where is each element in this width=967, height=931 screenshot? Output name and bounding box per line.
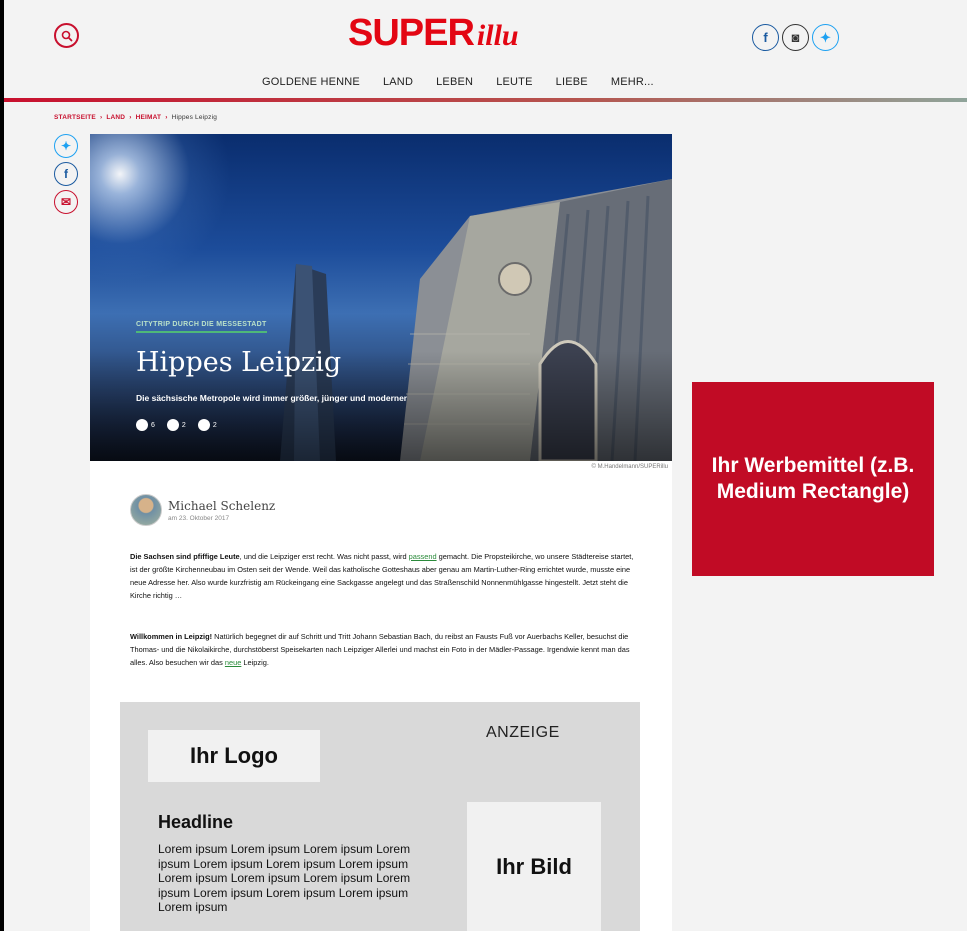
ad-headline[interactable]: Headline <box>158 812 233 833</box>
reaction-neutral[interactable]: 2 <box>166 419 186 431</box>
main-nav: GOLDENE HENNE LAND LEBEN LEUTE LIEBE MEH… <box>262 76 654 88</box>
search-button[interactable] <box>54 23 79 48</box>
banner-text: Ihr Werbemittel (z.B. Medium Rectangle) <box>711 454 915 503</box>
nav-item-goldene-henne[interactable]: GOLDENE HENNE <box>262 76 360 88</box>
nav-item-leute[interactable]: LEUTE <box>496 76 532 88</box>
breadcrumb-land[interactable]: LAND <box>106 114 125 121</box>
reaction-count: 6 <box>151 421 155 429</box>
site-logo[interactable]: SUPER illu <box>348 12 519 56</box>
logo-illu: illu <box>476 19 519 52</box>
facebook-icon[interactable]: f <box>752 24 779 51</box>
reaction-count: 2 <box>181 421 186 429</box>
nav-item-liebe[interactable]: LIEBE <box>556 76 588 88</box>
link-passend[interactable]: passend <box>409 552 437 561</box>
nav-item-leben[interactable]: LEBEN <box>436 76 473 88</box>
article-paragraph-1: Die Sachsen sind pfiffige Leute, und die… <box>130 550 640 602</box>
search-icon <box>61 30 72 41</box>
share-facebook-icon[interactable]: f <box>54 162 78 186</box>
ad-label: ANZEIGE <box>486 724 560 741</box>
share-mail-icon[interactable]: ✉ <box>54 190 78 214</box>
native-ad[interactable]: ANZEIGE Ihr Logo Headline Lorem ipsum Lo… <box>120 702 640 931</box>
sad-face-icon <box>197 419 210 431</box>
nav-item-mehr[interactable]: MEHR... <box>611 76 654 88</box>
article-paragraph-2: Willkommen in Leipzig! Natürlich begegne… <box>130 630 640 669</box>
medium-rectangle-ad[interactable]: Ihr Werbemittel (z.B. Medium Rectangle) <box>692 382 934 576</box>
reaction-count: 2 <box>212 421 217 429</box>
paragraph-text: , und die Leipziger erst recht. Was nich… <box>239 552 409 561</box>
header-divider <box>4 98 967 102</box>
reaction-happy[interactable]: 6 <box>136 419 155 431</box>
share-bar: ✦ f ✉ <box>54 134 78 214</box>
site-header: SUPER illu f ◙ ✦ GOLDENE HENNE LAND LEBE… <box>4 0 967 102</box>
paragraph-text: Leipzig. <box>241 658 269 667</box>
link-neue[interactable]: neue <box>225 658 241 667</box>
breadcrumb-separator: › <box>99 114 103 121</box>
article-title: Hippes Leipzig <box>136 347 342 378</box>
breadcrumb: STARTSEITE › LAND › HEIMAT › Hippes Leip… <box>54 114 217 121</box>
twitter-icon[interactable]: ✦ <box>812 24 839 51</box>
ad-image[interactable]: Ihr Bild <box>467 802 601 931</box>
ad-logo[interactable]: Ihr Logo <box>148 730 320 782</box>
breadcrumb-current: Hippes Leipzig <box>171 114 218 121</box>
instagram-icon[interactable]: ◙ <box>782 24 809 51</box>
breadcrumb-heimat[interactable]: HEIMAT <box>136 114 162 121</box>
header-social-links: f ◙ ✦ <box>752 24 839 51</box>
logo-super: SUPER <box>348 12 475 54</box>
lead-bold: Willkommen in Leipzig! <box>130 632 213 641</box>
breadcrumb-separator: › <box>129 114 132 121</box>
publish-date: am 23. Oktober 2017 <box>168 514 230 522</box>
photo-credit: © M.Handelmann/SUPERillu <box>591 464 668 470</box>
neutral-face-icon <box>166 419 179 431</box>
reactions: 6 2 2 <box>136 419 217 431</box>
lead-bold: Die Sachsen sind pfiffige Leute <box>130 552 240 561</box>
ad-body-text: Lorem ipsum Lorem ipsum Lorem ipsum Lore… <box>158 842 411 914</box>
author-name[interactable]: Michael Schelenz <box>168 499 275 513</box>
article-subtitle: Die sächsische Metropole wird immer größ… <box>136 393 408 403</box>
share-twitter-icon[interactable]: ✦ <box>54 134 78 158</box>
author-block: Michael Schelenz am 23. Oktober 2017 <box>130 494 275 526</box>
happy-face-icon <box>136 419 148 431</box>
hero-image: CITYTRIP DURCH DIE MESSESTADT Hippes Lei… <box>90 134 672 461</box>
hero-kicker: CITYTRIP DURCH DIE MESSESTADT <box>136 321 267 333</box>
breadcrumb-separator: › <box>165 114 168 121</box>
page-frame: SUPER illu f ◙ ✦ GOLDENE HENNE LAND LEBE… <box>4 0 967 931</box>
breadcrumb-startseite[interactable]: STARTSEITE <box>54 114 96 121</box>
avatar[interactable] <box>130 494 162 526</box>
reaction-sad[interactable]: 2 <box>197 419 217 431</box>
nav-item-land[interactable]: LAND <box>383 76 413 88</box>
